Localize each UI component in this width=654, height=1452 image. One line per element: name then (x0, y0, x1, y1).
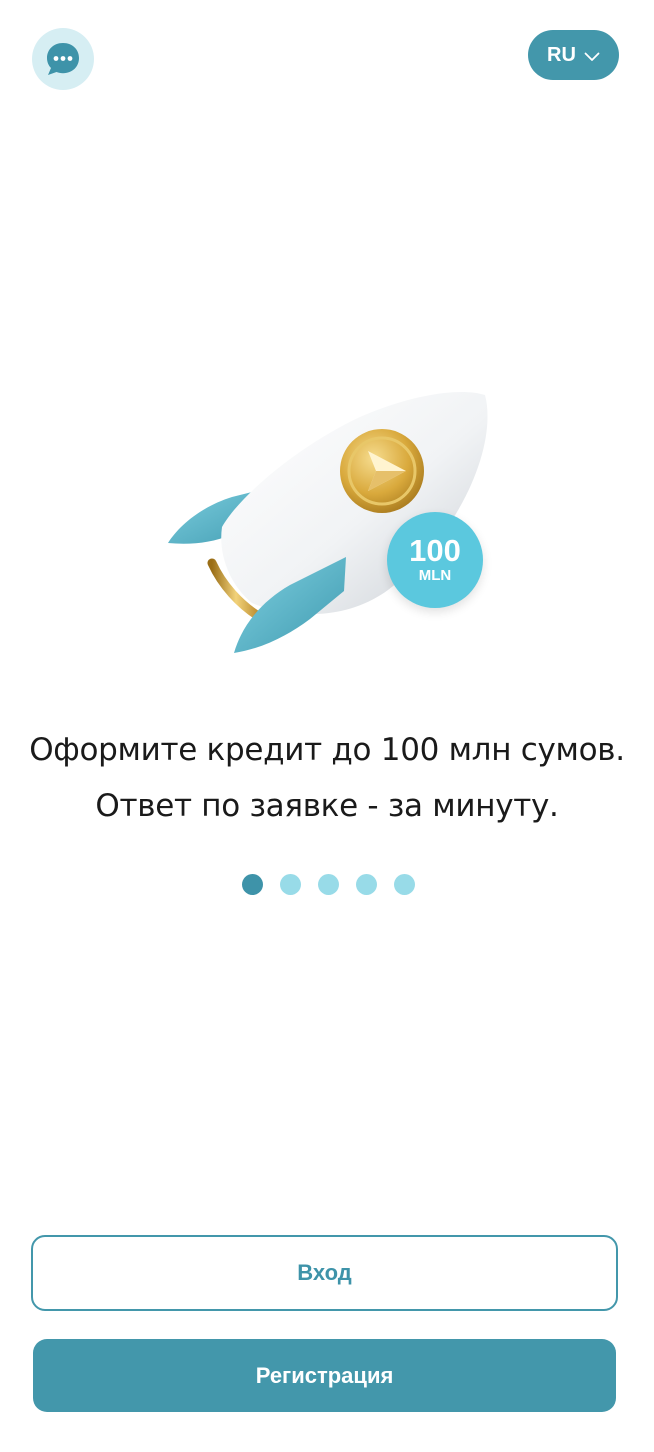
register-button[interactable]: Регистрация (33, 1339, 616, 1412)
chevron-down-icon (584, 45, 600, 68)
pager-dot-2[interactable] (280, 874, 301, 895)
headline-line-2: Ответ по заявке - за минуту. (95, 788, 559, 824)
chat-bubble-dots-icon (43, 39, 83, 79)
pager-dots (0, 874, 654, 895)
rocket-illustration: 100 MLN (160, 385, 500, 665)
pager-dot-5[interactable] (394, 874, 415, 895)
support-chat-button[interactable] (32, 28, 94, 90)
headline-line-1: Оформите кредит до 100 млн сумов. (29, 732, 625, 768)
amount-badge-unit: MLN (418, 567, 452, 584)
pager-dot-1[interactable] (242, 874, 263, 895)
onboarding-headline: Оформите кредит до 100 млн сумов. Ответ … (0, 722, 654, 834)
pager-dot-3[interactable] (318, 874, 339, 895)
amount-badge-number: 100 (409, 533, 461, 568)
login-button[interactable]: Вход (31, 1235, 618, 1311)
language-label: RU (547, 43, 576, 66)
pager-dot-4[interactable] (356, 874, 377, 895)
amount-badge: 100 MLN (387, 512, 483, 608)
language-selector[interactable]: RU (528, 30, 619, 80)
